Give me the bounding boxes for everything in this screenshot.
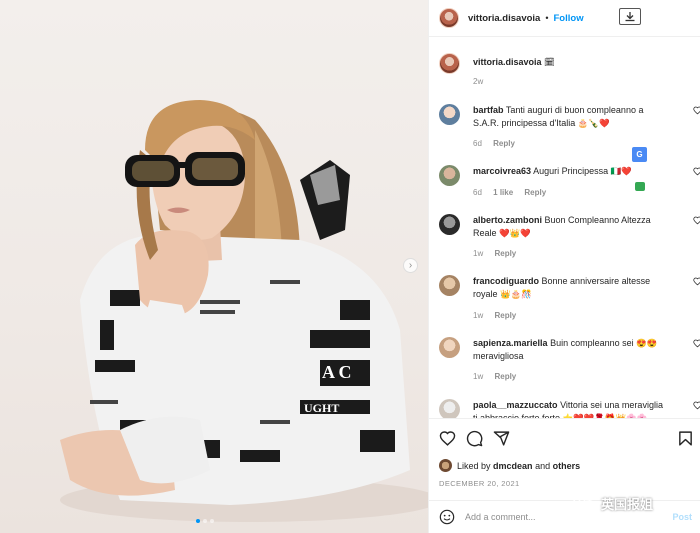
post-date: DECEMBER 20, 2021 [439,479,520,488]
bookmark-icon[interactable] [677,430,694,447]
comments-list[interactable]: vittoria.disavoia 🗓 2w bartfab Tanti aug… [429,37,700,418]
commenter-avatar[interactable] [439,399,460,418]
like-comment-heart-icon[interactable] [693,277,700,286]
like-comment-heart-icon[interactable] [693,216,700,225]
commenter-avatar[interactable] [439,104,460,125]
portrait-illustration: A C UGHT CNN [60,100,428,522]
add-comment-bar: Post [429,500,700,533]
heart-icon[interactable] [439,430,456,447]
follow-button[interactable]: Follow [554,13,584,24]
like-comment-heart-icon[interactable] [693,167,700,176]
commenter-username[interactable]: bartfab [473,105,504,115]
watermark-text: 英国报姐 [601,497,654,512]
comment-input[interactable] [465,512,635,522]
caption-username[interactable]: vittoria.disavoia [473,57,542,67]
commenter-avatar[interactable] [439,165,460,186]
carousel-dot-active [196,519,200,523]
caption-text: vittoria.disavoia 🗓 [473,56,663,69]
comment-text: bartfab Tanti auguri di buon compleanno … [473,105,644,128]
extension-badge-icon[interactable] [635,182,645,191]
author-avatar[interactable] [439,8,459,28]
post-photo[interactable]: A C UGHT CNN › [0,0,428,533]
post-actions: Liked by dmcdean and others DECEMBER 20,… [429,418,700,508]
comment-text: sapienza.mariella Buin compleanno sei 😍😍… [473,338,658,361]
commenter-avatar[interactable] [439,337,460,358]
liker-avatar[interactable] [439,459,452,472]
likes-summary[interactable]: Liked by dmcdean and others [439,459,580,472]
commenter-username[interactable]: sapienza.mariella [473,338,548,348]
comment-meta: 6d Reply [473,139,515,148]
commenter-username[interactable]: alberto.zamboni [473,215,542,225]
like-comment-heart-icon[interactable] [693,106,700,115]
comment-text: francodiguardo Bonne anniversaire altess… [473,276,651,299]
reply-button[interactable]: Reply [494,372,516,381]
caption-meta: 2w [473,77,492,86]
reply-button[interactable]: Reply [494,311,516,320]
post-details-panel: vittoria.disavoia • Follow vittoria.disa… [428,0,700,533]
comment-text: alberto.zamboni Buon Compleanno Altezza … [473,215,651,238]
commenter-username[interactable]: marcoivrea63 [473,166,531,176]
wechat-watermark: 英国报姐 [573,494,653,513]
translate-icon[interactable]: G [632,147,647,162]
smiley-icon[interactable] [439,509,455,525]
reply-button[interactable]: Reply [494,249,516,258]
carousel-indicator [196,519,214,523]
like-comment-heart-icon[interactable] [693,401,700,410]
commenter-username[interactable]: francodiguardo [473,276,539,286]
post-header: vittoria.disavoia • Follow [429,0,700,37]
reply-button[interactable]: Reply [493,139,515,148]
author-username[interactable]: vittoria.disavoia [468,13,540,24]
comment-meta: 6d 1 like Reply [473,188,547,197]
svg-text:UGHT: UGHT [304,401,339,415]
wechat-logo-icon [573,495,597,512]
liker-username[interactable]: dmcdean [493,461,533,471]
reply-button[interactable]: Reply [524,188,546,197]
caption-emoji: 🗓 [544,57,555,67]
comment-icon[interactable] [466,430,483,447]
comment-like-count[interactable]: 1 like [493,188,513,197]
separator-dot: • [545,13,549,23]
comment-meta: 1w Reply [473,372,517,381]
comment-text: marcoivrea63 Auguri Principessa 🇮🇹❤️ [473,166,632,176]
svg-text:A C: A C [322,362,352,382]
commenter-username[interactable]: paola__mazzuccato [473,400,558,410]
share-icon[interactable] [493,430,510,447]
download-icon [625,12,635,22]
next-photo-button[interactable]: › [403,258,418,273]
carousel-dot [203,519,207,523]
caption-avatar[interactable] [439,53,460,74]
post-comment-button[interactable]: Post [672,512,692,522]
chevron-right-icon: › [408,259,413,271]
caption-time: 2w [473,77,484,86]
comment-meta: 1w Reply [473,249,517,258]
comment-meta: 1w Reply [473,311,517,320]
commenter-avatar[interactable] [439,214,460,235]
commenter-avatar[interactable] [439,275,460,296]
likes-others-link[interactable]: others [553,461,581,471]
download-button[interactable] [619,8,641,25]
comment-text: paola__mazzuccato Vittoria sei una merav… [473,400,663,418]
like-comment-heart-icon[interactable] [693,339,700,348]
carousel-dot [210,519,214,523]
